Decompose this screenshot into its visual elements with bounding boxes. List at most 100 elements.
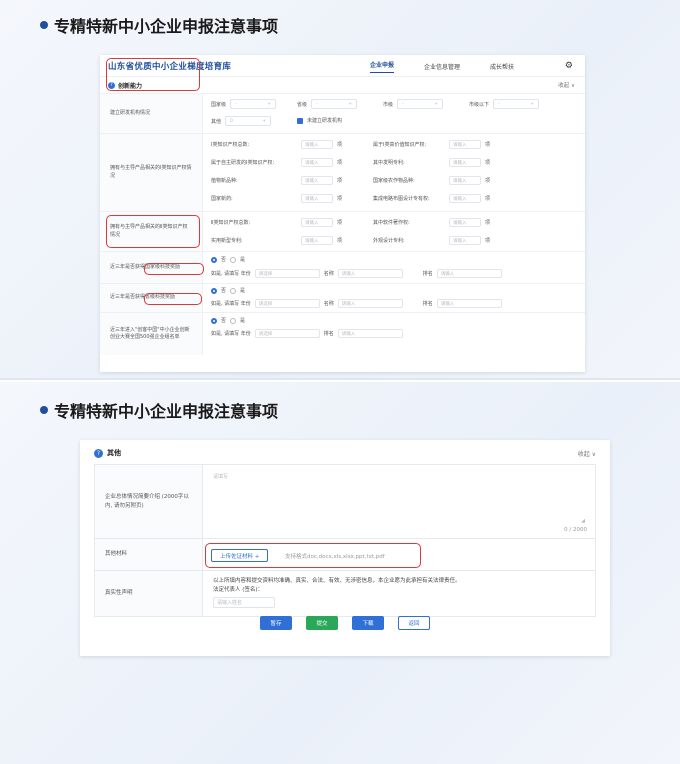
level-provincial: 省级 - +: [297, 99, 358, 109]
radio-yes[interactable]: [230, 256, 237, 263]
unit-label: 项: [337, 142, 343, 148]
action-bar: 暂存 提交 下载 返回: [80, 616, 610, 630]
national-stepper[interactable]: - +: [230, 99, 277, 109]
slide-1-title: 专精特新中小企业申报注意事项: [54, 17, 279, 36]
unit-label: 项: [485, 196, 491, 202]
radio-label: 否: [221, 257, 227, 263]
unit-label: 项: [485, 178, 491, 184]
level-label: 其他: [211, 118, 222, 125]
save-draft-button[interactable]: 暂存: [260, 616, 292, 630]
ip-input[interactable]: 请输入: [301, 158, 333, 167]
row-label: 近三年进入"创客中国"中小企业创新创业大赛全国500强企业组名单: [100, 313, 203, 355]
ip-field: 实用新型专利: 请输入项: [211, 236, 342, 245]
row-materials: 其他材料 上传佐证材料 + 支持格式doc,docx,xls,xlsx,ppt,…: [95, 539, 595, 571]
ip-input[interactable]: 请输入: [449, 176, 481, 185]
radio-no[interactable]: [211, 317, 217, 324]
row-label: 企业总体情况简要介绍 (2000字以内, 请勿另附页): [95, 465, 203, 538]
radio-yes[interactable]: [230, 287, 237, 294]
collapse-toggle[interactable]: 收起 ∨: [578, 449, 596, 458]
radio-label: 是: [240, 257, 246, 263]
other-section-header: ? 其他 收起 ∨: [80, 440, 610, 466]
ip-field: 外观设计专利: 请输入项: [373, 236, 490, 245]
unit-label: 项: [337, 178, 343, 184]
year-select[interactable]: 请选择: [254, 269, 320, 278]
collapse-toggle[interactable]: 收起 ∨: [558, 81, 575, 89]
year-select[interactable]: 请选择: [254, 299, 320, 308]
row-provincial-award: 近三年是否 获得省级科技奖励 否 是 如是, 请填写 年份 请选择 名称 请输入 …: [100, 284, 585, 313]
row-content: 国家级 - + 省级 - + 市级 - + 市级以下 - + 其他 0 + 未建…: [203, 94, 585, 133]
field-label: 实用新型专利:: [211, 238, 243, 244]
year-select[interactable]: 请选择: [254, 329, 320, 338]
ip-input[interactable]: 请输入: [449, 158, 481, 167]
award-radio-group: 否 是: [211, 287, 245, 294]
download-button[interactable]: 下载: [352, 616, 384, 630]
name-label: 名称: [323, 301, 334, 307]
rank-input[interactable]: 请输入: [436, 269, 502, 278]
checkbox-label: 未建立研发机构: [307, 118, 343, 124]
rank-input[interactable]: 请输入: [337, 329, 403, 338]
nav-tab-apply[interactable]: 企业申报: [370, 60, 395, 73]
nav-tabs: 企业申报 企业信息管理 成长帮扶: [370, 55, 514, 77]
unit-label: 项: [485, 160, 491, 166]
ip-input[interactable]: 请输入: [449, 218, 481, 227]
slide-2-heading: 专精特新中小企业申报注意事项: [40, 398, 278, 422]
checkbox-checked-icon[interactable]: [297, 117, 303, 124]
stepper-value: 0: [230, 118, 233, 124]
ip-input[interactable]: 请输入: [449, 236, 481, 245]
ip-input[interactable]: 请输入: [301, 194, 333, 203]
city-stepper[interactable]: - +: [397, 99, 444, 109]
nav-tab-growth[interactable]: 成长帮扶: [490, 62, 514, 71]
unit-label: 项: [485, 220, 491, 226]
award-name-input[interactable]: 请输入: [337, 299, 403, 308]
row-content: Ⅰ类知识产权总数: 请输入项 属于自主研发的Ⅰ类知识产权: 请输入项 植物新品种: 请…: [203, 134, 585, 211]
field-label: 属于自主研发的Ⅰ类知识产权:: [211, 160, 275, 166]
field-label: 国家新药:: [211, 196, 233, 202]
year-label: 如是, 请填写 年份: [211, 331, 251, 337]
award-name-input[interactable]: 请输入: [337, 269, 403, 278]
ip-input[interactable]: 请输入: [301, 218, 333, 227]
char-counter: 0 / 2000: [564, 527, 587, 533]
rank-input[interactable]: 请输入: [436, 299, 502, 308]
radio-label: 否: [221, 288, 227, 294]
slide-1-heading: 专精特新中小企业申报注意事项: [40, 13, 278, 37]
rank-label: 排名: [422, 271, 433, 277]
declaration-body: 以上所填内容和提交资料均准确、真实、合法、有效、无涉密信息，本企业愿为此承担有关…: [213, 578, 461, 584]
ip-input[interactable]: 请输入: [301, 236, 333, 245]
award-details: 如是, 请填写 年份 请选择 名称 请输入 排名 请输入: [211, 269, 502, 278]
ip-input[interactable]: 请输入: [301, 140, 333, 149]
rank-label: 排名: [422, 301, 433, 307]
row-label: 建立研发机构情况: [100, 94, 203, 133]
other-stepper[interactable]: 0 +: [225, 116, 272, 126]
textarea-placeholder: 请填写: [213, 474, 229, 480]
level-label: 市级以下: [469, 101, 490, 108]
level-label: 国家级: [211, 101, 227, 108]
declaration-sign-label: 法定代表人 (签名)：: [213, 586, 264, 593]
unit-label: 项: [337, 160, 343, 166]
ip-field: 其中软件著作权: 请输入项: [373, 218, 490, 227]
back-button[interactable]: 返回: [398, 616, 430, 630]
resize-handle-icon[interactable]: ◢: [581, 518, 585, 524]
highlight-national-award: [144, 263, 204, 275]
ip-input[interactable]: 请输入: [449, 140, 481, 149]
radio-yes[interactable]: [230, 317, 237, 324]
radio-no[interactable]: [211, 287, 217, 294]
gear-icon[interactable]: ⚙: [565, 61, 573, 71]
ip-field: 属于Ⅰ类高价值知识产权: 请输入项: [373, 140, 490, 149]
provincial-stepper[interactable]: - +: [311, 99, 358, 109]
award-radio-group: 否 是: [211, 256, 245, 263]
intro-textarea[interactable]: 请填写 ◢ 0 / 2000: [203, 465, 595, 538]
name-label: 名称: [323, 271, 334, 277]
row-class2-ip: 拥有与主导产品相关的Ⅱ类知识产权情况 Ⅱ类知识产权总数: 请输入项 实用新型专利:…: [100, 212, 585, 252]
row-label: 其他材料: [95, 539, 203, 570]
nav-tab-info[interactable]: 企业信息管理: [424, 62, 460, 71]
no-institution-checkbox[interactable]: 未建立研发机构: [297, 117, 342, 124]
slide-2-title: 专精特新中小企业申报注意事项: [54, 402, 279, 421]
signature-input[interactable]: 请输入姓名: [213, 597, 275, 608]
ip-input[interactable]: 请输入: [449, 194, 481, 203]
submit-button[interactable]: 提交: [306, 616, 338, 630]
radio-no[interactable]: [211, 256, 217, 263]
field-label: Ⅱ类知识产权总数:: [211, 220, 251, 226]
below-city-stepper[interactable]: - +: [493, 99, 540, 109]
ip-input[interactable]: 请输入: [301, 176, 333, 185]
bullet-icon: [40, 406, 48, 414]
